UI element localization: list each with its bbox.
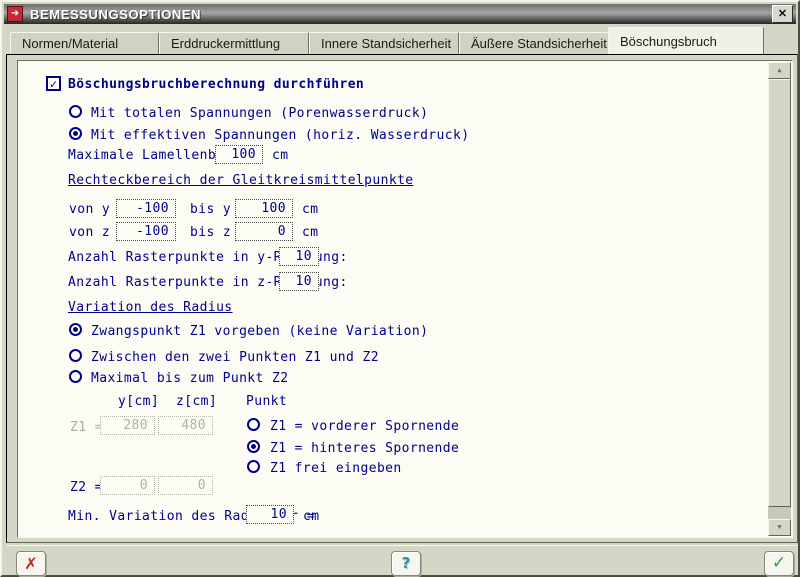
radio-z1-frei-eingeben-label: Z1 frei eingeben: [270, 461, 402, 476]
radio-totale-spannungen[interactable]: [69, 105, 82, 118]
bis-y-input[interactable]: [235, 199, 293, 218]
radio-effektive-spannungen-label: Mit effektiven Spannungen (horiz. Wasser…: [91, 128, 469, 143]
ok-button[interactable]: ✓: [764, 551, 794, 576]
help-icon: ?: [402, 556, 411, 571]
title-bar[interactable]: ➜ BEMESSUNGSOPTIONEN ✕: [4, 4, 796, 24]
ok-check-icon: ✓: [772, 555, 786, 572]
raster-z-input[interactable]: [279, 272, 319, 291]
von-y-input[interactable]: [116, 199, 176, 218]
radio-zwangspunkt-z1[interactable]: [69, 323, 82, 336]
radio-totale-spannungen-label: Mit totalen Spannungen (Porenwasserdruck…: [91, 106, 428, 121]
tab-innere-standsicherheit[interactable]: Innere Standsicherheit: [309, 32, 459, 54]
z1-z-input: [158, 416, 213, 435]
radio-z1-hinteres-spornende[interactable]: [247, 440, 260, 453]
scrollbar-thumb[interactable]: [768, 79, 791, 507]
rechteckbereich-heading: Rechteckbereich der Gleitkreismittelpunk…: [68, 173, 414, 188]
tab-label: Äußere Standsicherheit: [471, 36, 607, 51]
app-icon: ➜: [7, 6, 23, 22]
app-icon-glyph: ➜: [11, 9, 19, 19]
radio-z1-frei-eingeben[interactable]: [247, 460, 260, 473]
z1-y-input: [100, 416, 155, 435]
min-radius-unit: cm: [303, 509, 319, 524]
help-button[interactable]: ?: [391, 551, 421, 576]
lamellenbreite-unit: cm: [272, 148, 288, 163]
radius-variation-heading: Variation des Radius: [68, 300, 233, 315]
scroll-down-button[interactable]: ▼: [768, 519, 791, 536]
tab-erddruckermittlung[interactable]: Erddruckermittlung: [159, 32, 309, 54]
col-header-z: z[cm]: [176, 394, 217, 409]
radio-zwischen-z1-z2[interactable]: [69, 349, 82, 362]
raster-y-input[interactable]: [279, 247, 319, 266]
col-header-punkt: Punkt: [246, 394, 287, 409]
tab-page: ✓ Böschungsbruchberechnung durchführen M…: [6, 54, 798, 543]
close-icon: ✕: [778, 9, 787, 20]
content-panel: ✓ Böschungsbruchberechnung durchführen M…: [17, 60, 793, 538]
boeschungsbruch-checkbox[interactable]: ✓: [46, 76, 61, 91]
tab-strip: Normen/Material Erddruckermittlung Inner…: [6, 27, 798, 54]
checkmark-icon: ✓: [50, 78, 57, 90]
radio-effektive-spannungen[interactable]: [69, 127, 82, 140]
von-z-input[interactable]: [116, 222, 176, 241]
chevron-up-icon: ▲: [777, 67, 781, 74]
radio-z1-hinteres-spornende-label: Z1 = hinteres Spornende: [270, 441, 459, 456]
z1-label: Z1 =: [70, 420, 103, 435]
z2-z-input: [158, 476, 213, 495]
scroll-up-button[interactable]: ▲: [768, 62, 791, 79]
cancel-button[interactable]: ✗: [16, 551, 46, 576]
cancel-icon: ✗: [24, 556, 37, 572]
tab-label: Innere Standsicherheit: [321, 36, 451, 51]
tab-boeschungsbruch[interactable]: Böschungsbruch: [608, 27, 764, 54]
z2-label: Z2 =: [70, 480, 103, 495]
radio-zwangspunkt-z1-label: Zwangspunkt Z1 vorgeben (keine Variation…: [91, 324, 428, 339]
radio-z1-vorderer-spornende-label: Z1 = vorderer Spornende: [270, 419, 459, 434]
z-range-unit: cm: [302, 225, 318, 240]
dialog-window: ➜ BEMESSUNGSOPTIONEN ✕ Normen/Material E…: [0, 0, 800, 577]
bis-z-input[interactable]: [235, 222, 293, 241]
vertical-scrollbar[interactable]: ▲ ▼: [768, 62, 791, 536]
tab-label: Normen/Material: [22, 36, 118, 51]
tab-label: Erddruckermittlung: [171, 36, 280, 51]
radio-maximal-z2-label: Maximal bis zum Punkt Z2: [91, 371, 288, 386]
tab-normen-material[interactable]: Normen/Material: [10, 32, 159, 54]
min-radius-input[interactable]: [246, 505, 294, 524]
chevron-down-icon: ▼: [777, 524, 781, 531]
radio-z1-vorderer-spornende[interactable]: [247, 418, 260, 431]
tab-aeussere-standsicherheit[interactable]: Äußere Standsicherheit: [459, 32, 609, 54]
boeschungsbruch-checkbox-label: Böschungsbruchberechnung durchführen: [68, 77, 364, 92]
radio-zwischen-z1-z2-label: Zwischen den zwei Punkten Z1 und Z2: [91, 350, 379, 365]
z2-y-input: [100, 476, 155, 495]
tab-label: Böschungsbruch: [620, 34, 717, 49]
radio-maximal-z2[interactable]: [69, 370, 82, 383]
lamellenbreite-input[interactable]: [215, 145, 263, 164]
footer-bar: ✗ ? ✓: [6, 545, 798, 575]
close-button[interactable]: ✕: [772, 5, 793, 23]
window-title: BEMESSUNGSOPTIONEN: [30, 7, 201, 22]
col-header-y: y[cm]: [118, 394, 159, 409]
y-range-unit: cm: [302, 202, 318, 217]
